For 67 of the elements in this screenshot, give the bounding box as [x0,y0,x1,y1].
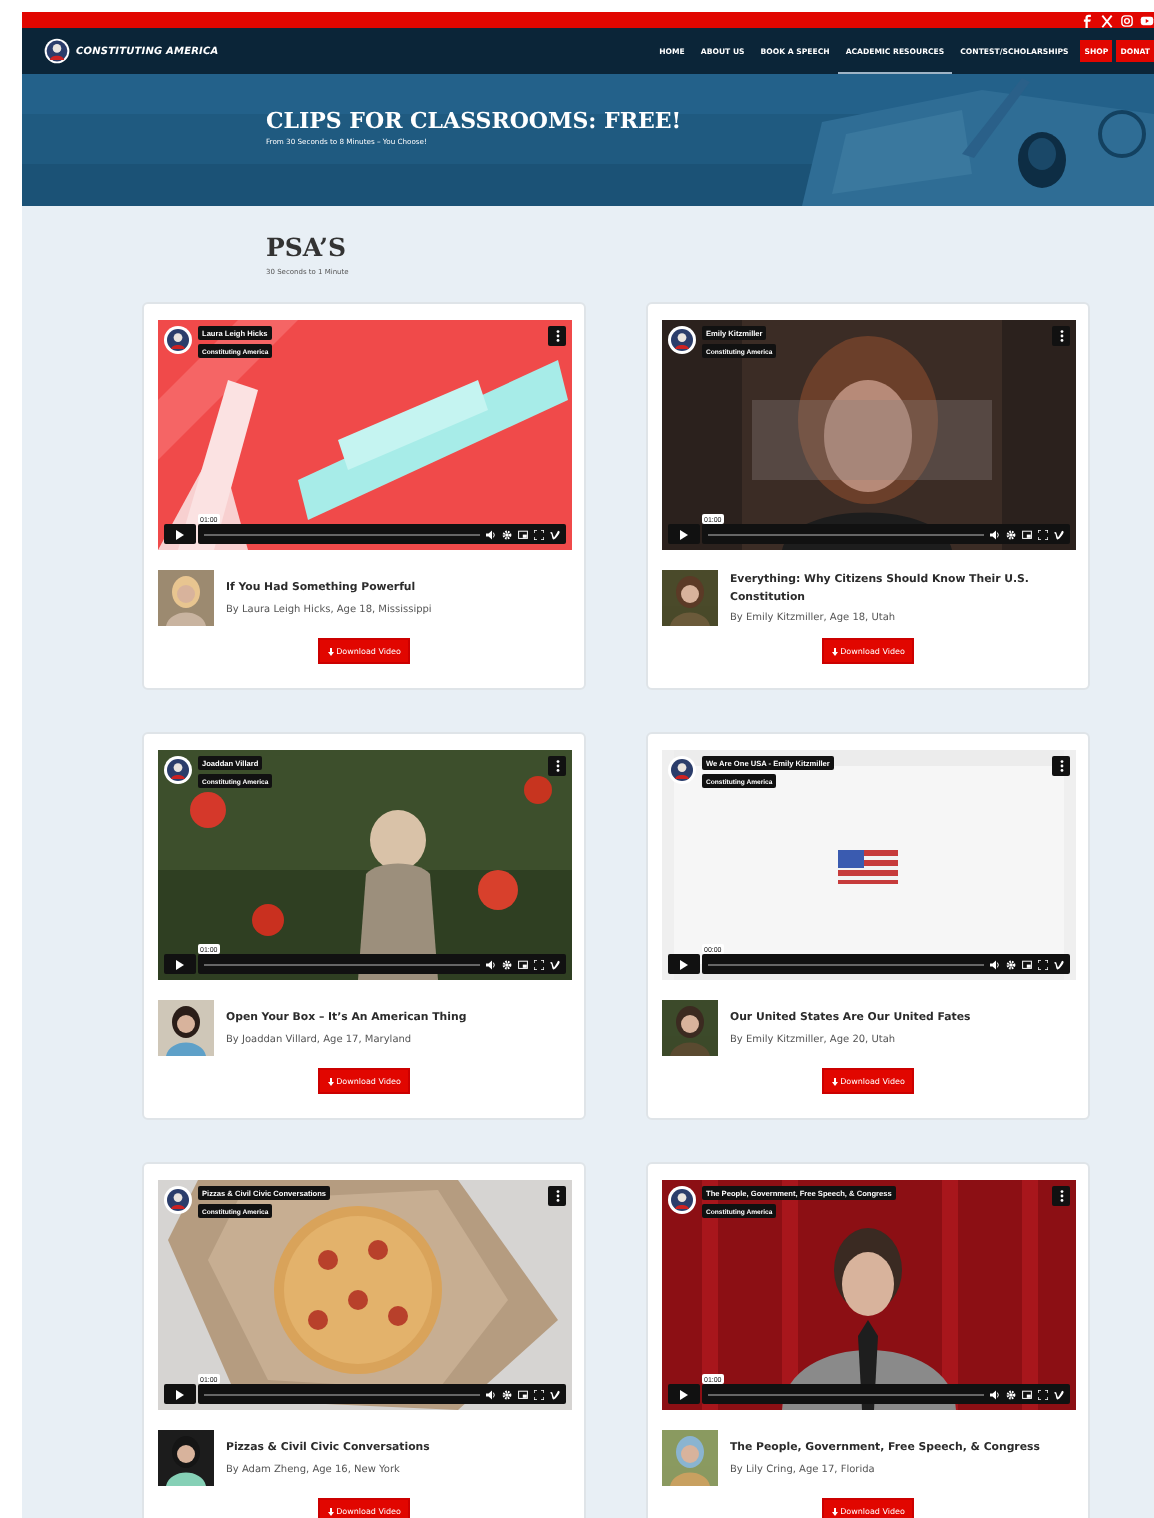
volume-icon[interactable] [990,529,1000,539]
more-button[interactable] [1052,1186,1070,1206]
vimeo-icon[interactable] [1054,959,1064,969]
vimeo-icon[interactable] [550,959,560,969]
volume-icon[interactable] [486,1389,496,1399]
channel-avatar-icon[interactable] [164,326,192,354]
vimeo-icon[interactable] [1054,529,1064,539]
download-icon [831,1077,838,1085]
more-button[interactable] [1052,326,1070,346]
section-title: PSA’S [266,232,347,262]
channel-avatar-icon[interactable] [668,1186,696,1214]
settings-icon[interactable] [1006,529,1016,539]
play-icon [680,1389,688,1399]
channel-avatar-icon[interactable] [164,756,192,784]
settings-icon[interactable] [502,1389,512,1399]
play-icon [176,959,184,969]
settings-icon[interactable] [502,959,512,969]
picture-in-picture-icon[interactable] [518,1389,528,1399]
fullscreen-icon[interactable] [1038,529,1048,539]
volume-icon[interactable] [486,529,496,539]
volume-icon[interactable] [990,1389,1000,1399]
play-button[interactable] [668,954,700,974]
download-icon [327,1507,334,1515]
picture-in-picture-icon[interactable] [1022,529,1032,539]
volume-icon[interactable] [990,959,1000,969]
more-button[interactable] [1052,756,1070,776]
play-icon [680,959,688,969]
fullscreen-icon[interactable] [534,529,544,539]
facebook-icon[interactable] [1080,13,1094,27]
fullscreen-icon[interactable] [1038,959,1048,969]
picture-in-picture-icon[interactable] [1022,1389,1032,1399]
settings-icon[interactable] [502,529,512,539]
play-icon [176,1389,184,1399]
more-button[interactable] [548,1186,566,1206]
channel-avatar-icon[interactable] [668,326,696,354]
hero-title: CLIPS FOR CLASSROOMS: FREE! [266,108,682,134]
download-icon [327,1077,334,1085]
youtube-icon[interactable] [1140,13,1154,27]
x-icon[interactable] [1100,13,1114,27]
download-icon [831,647,838,655]
download-icon [327,647,334,655]
fullscreen-icon[interactable] [1038,1389,1048,1399]
seal-icon [44,38,70,64]
play-button[interactable] [668,1384,700,1404]
settings-icon[interactable] [1006,959,1016,969]
play-button[interactable] [668,524,700,544]
fullscreen-icon[interactable] [534,1389,544,1399]
fullscreen-icon[interactable] [534,959,544,969]
download-icon [831,1507,838,1515]
settings-icon[interactable] [1006,1389,1016,1399]
play-button[interactable] [164,1384,196,1404]
more-button[interactable] [548,756,566,776]
play-button[interactable] [164,954,196,974]
more-button[interactable] [548,326,566,346]
vimeo-icon[interactable] [550,529,560,539]
play-icon [176,529,184,539]
play-button[interactable] [164,524,196,544]
picture-in-picture-icon[interactable] [1022,959,1032,969]
channel-avatar-icon[interactable] [668,756,696,784]
play-icon [680,529,688,539]
vimeo-icon[interactable] [550,1389,560,1399]
instagram-icon[interactable] [1120,13,1134,27]
channel-avatar-icon[interactable] [164,1186,192,1214]
volume-icon[interactable] [486,959,496,969]
picture-in-picture-icon[interactable] [518,959,528,969]
vimeo-icon[interactable] [1054,1389,1064,1399]
picture-in-picture-icon[interactable] [518,529,528,539]
